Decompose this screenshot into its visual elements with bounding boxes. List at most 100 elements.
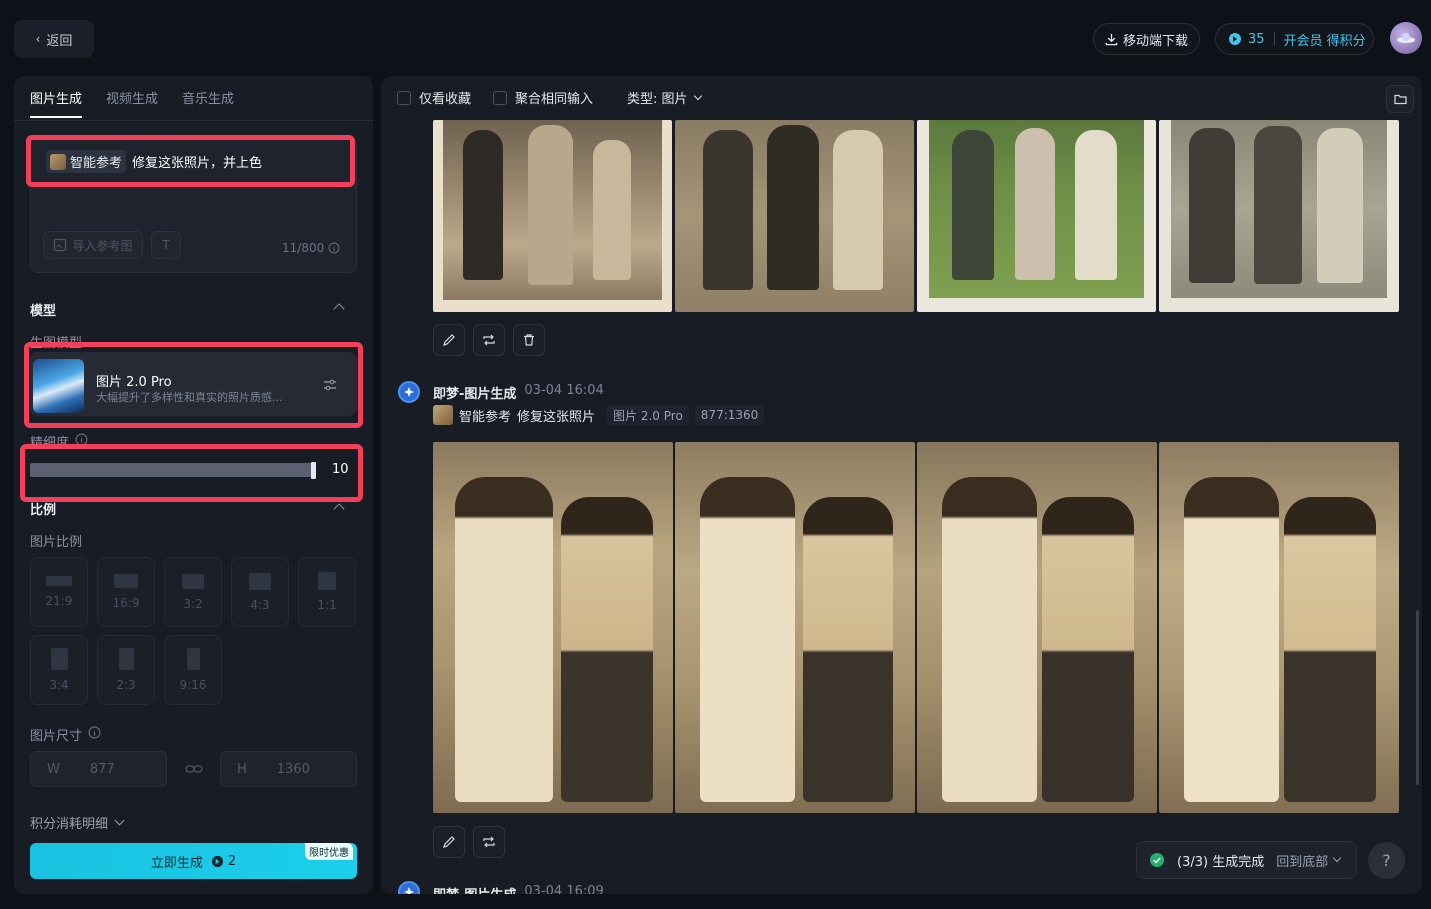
chevron-down-icon: [114, 815, 125, 826]
smart-reference-tag[interactable]: 智能参考: [46, 150, 127, 173]
record-prompt[interactable]: 修复这张照片: [517, 406, 595, 425]
ratio-16-9-label: 16:9: [112, 596, 140, 610]
text-style-button[interactable]: T: [151, 231, 181, 259]
import-reference-label: 导入参考图: [72, 238, 133, 253]
record-ref-thumb: [433, 405, 453, 425]
smart-reference-label: 智能参考: [70, 156, 123, 171]
check-circle-icon: [1150, 853, 1164, 867]
link-ratio-icon[interactable]: [185, 762, 203, 776]
width-input[interactable]: W 877: [30, 751, 167, 787]
chevron-left-icon: ‹: [35, 32, 41, 46]
ratio-option-16-9[interactable]: 16:9: [97, 557, 155, 627]
help-button[interactable]: ?: [1368, 842, 1405, 879]
record-size-chip: 877:1360: [694, 405, 765, 425]
credit-coin-icon: [211, 855, 223, 867]
vip-link[interactable]: 开会员 得积分: [1284, 30, 1366, 49]
man-figure: [942, 477, 1037, 802]
height-prefix: H: [237, 761, 247, 777]
result-image-8[interactable]: [1159, 442, 1399, 813]
credits-divider: [1273, 32, 1275, 46]
edit-button[interactable]: [433, 826, 465, 858]
merge-same-label[interactable]: 聚合相同输入: [515, 88, 593, 107]
ratio-21-9-label: 21:9: [45, 594, 73, 608]
cost-detail-label: 积分消耗明细: [30, 817, 109, 832]
ratio-3-4-shape: [50, 648, 68, 670]
ratio-option-9-16[interactable]: 9:16: [164, 635, 222, 705]
promo-badge: 限时优惠: [305, 843, 353, 860]
download-icon: [1105, 33, 1118, 45]
ratio-2-3-label: 2:3: [116, 678, 136, 692]
ratio-option-21-9[interactable]: 21:9: [30, 557, 88, 627]
repeat-icon: [483, 836, 495, 848]
ratio-option-1-1[interactable]: 1:1: [298, 557, 356, 627]
text-format-icon: T: [162, 238, 170, 252]
cost-detail-toggle[interactable]: 积分消耗明细: [30, 813, 125, 832]
model-highlight: [24, 342, 363, 428]
ratio-option-3-2[interactable]: 3:2: [164, 557, 222, 627]
person-figure: [703, 130, 753, 290]
pencil-icon: [443, 836, 455, 848]
next-record-header: 即梦-图片生成 03-04 16:09: [433, 884, 604, 894]
record-header: 即梦-图片生成 03-04 16:04: [433, 383, 604, 402]
regenerate-button[interactable]: [473, 324, 505, 356]
result-image-4[interactable]: [1159, 120, 1399, 312]
record-model-chip: 图片 2.0 Pro: [607, 405, 689, 425]
ratio-9-16-shape: [186, 648, 200, 670]
ratio-option-4-3[interactable]: 4:3: [231, 557, 289, 627]
width-value: 877: [89, 761, 115, 777]
trash-icon: [524, 334, 534, 346]
back-to-bottom-link[interactable]: 回到底部: [1276, 851, 1342, 870]
folder-icon: [1393, 94, 1407, 105]
ratio-option-3-4[interactable]: 3:4: [30, 635, 88, 705]
tab-music[interactable]: 音乐生成: [182, 88, 234, 117]
person-figure: [463, 130, 503, 280]
ratio-section-title: 比例: [30, 503, 57, 518]
person-figure: [952, 130, 994, 280]
ratio-sub-label: 图片比例: [30, 535, 83, 550]
ratio-21-9-shape: [46, 576, 72, 586]
result-image-1[interactable]: [433, 120, 672, 312]
ratio-16-9-shape: [114, 574, 138, 588]
man-figure: [1184, 477, 1279, 802]
result-image-3[interactable]: [917, 120, 1156, 312]
result-image-5[interactable]: [433, 442, 673, 813]
credit-coin-icon: [1229, 33, 1241, 45]
man-figure: [455, 477, 553, 802]
ratio-4-3-label: 4:3: [250, 597, 270, 612]
ratio-option-2-3[interactable]: 2:3: [97, 635, 155, 705]
person-figure: [833, 130, 883, 290]
result-image-2[interactable]: [675, 120, 914, 312]
result-image-7[interactable]: [917, 442, 1157, 813]
type-filter-dropdown[interactable]: 类型: 图片: [627, 88, 702, 107]
info-icon[interactable]: [328, 242, 340, 254]
tab-video[interactable]: 视频生成: [106, 88, 158, 117]
merge-same-checkbox[interactable]: [493, 90, 508, 105]
edit-button[interactable]: [433, 324, 465, 356]
regenerate-button[interactable]: [473, 826, 505, 858]
credits-value: 35: [1248, 31, 1265, 47]
import-reference-button[interactable]: 导入参考图: [43, 231, 143, 259]
ratio-9-16-label: 9:16: [179, 678, 207, 692]
height-input[interactable]: H 1360: [220, 751, 357, 787]
mobile-download-button[interactable]: 移动端下载: [1093, 23, 1200, 55]
fav-only-label[interactable]: 仅看收藏: [419, 88, 471, 107]
credits-widget[interactable]: 35 开会员 得积分: [1215, 23, 1374, 55]
folder-button[interactable]: [1386, 85, 1414, 113]
avatar[interactable]: [1390, 22, 1422, 54]
woman-figure: [1284, 497, 1376, 802]
status-text: (3/3) 生成完成: [1177, 854, 1265, 870]
chevron-down-icon: [1332, 853, 1342, 863]
size-info-icon[interactable]: [88, 726, 101, 739]
tab-divider: [14, 120, 373, 121]
result-image-6[interactable]: [675, 442, 915, 813]
person-figure: [593, 140, 631, 280]
prompt-text: 修复这张照片，并上色: [132, 156, 263, 171]
delete-button[interactable]: [513, 324, 545, 356]
ratio-1-1-shape: [318, 572, 336, 590]
results-panel: 即梦-图片生成 03-04 16:04 智能参考 修复这张照片 图片 2.0 P…: [381, 76, 1422, 894]
type-filter-label: 类型: 图片: [627, 92, 688, 107]
fav-only-checkbox[interactable]: [397, 90, 411, 105]
tab-image[interactable]: 图片生成: [30, 88, 82, 117]
back-button[interactable]: ‹ 返回: [14, 20, 94, 58]
results-scrollbar[interactable]: [1416, 610, 1419, 785]
